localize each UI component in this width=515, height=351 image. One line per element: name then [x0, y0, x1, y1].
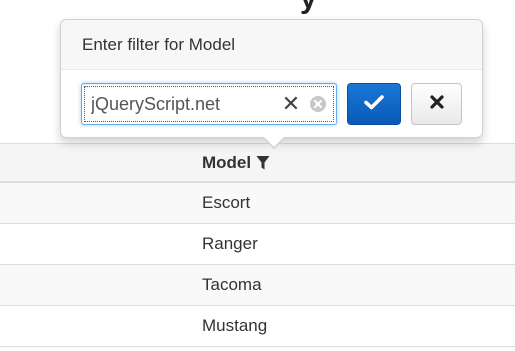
- filter-icon[interactable]: [256, 155, 270, 171]
- table-row: Mustang: [0, 306, 515, 347]
- circle-x-icon[interactable]: [309, 95, 327, 113]
- table-row: Tacoma: [0, 265, 515, 306]
- data-table: Model Escort Ranger Tacoma Mustang: [0, 143, 515, 347]
- table-cell-model: Mustang: [202, 316, 268, 335]
- filter-input-container: ✕: [81, 83, 337, 125]
- close-icon: [429, 94, 444, 114]
- filter-popover: Enter filter for Model ✕: [60, 19, 483, 149]
- filter-input[interactable]: [91, 90, 271, 118]
- table-cell-model: Ranger: [202, 234, 258, 253]
- cancel-filter-button[interactable]: [411, 83, 462, 125]
- popover-title: Enter filter for Model: [61, 20, 482, 70]
- table-header: Model: [0, 143, 515, 183]
- page-heading-fragment: y: [300, 0, 317, 16]
- page: y Model Escort Ranger Tacoma Mustang: [0, 0, 515, 351]
- popover-arrow-fill: [263, 136, 285, 147]
- table-row: Escort: [0, 183, 515, 224]
- close-x-icon[interactable]: ✕: [279, 92, 303, 116]
- apply-filter-button[interactable]: [347, 83, 401, 125]
- table-cell-model: Tacoma: [202, 275, 262, 294]
- column-header-model[interactable]: Model: [202, 153, 270, 173]
- column-header-label: Model: [202, 153, 252, 172]
- table-row: Ranger: [0, 224, 515, 265]
- table-cell-model: Escort: [202, 193, 251, 212]
- check-icon: [364, 94, 384, 115]
